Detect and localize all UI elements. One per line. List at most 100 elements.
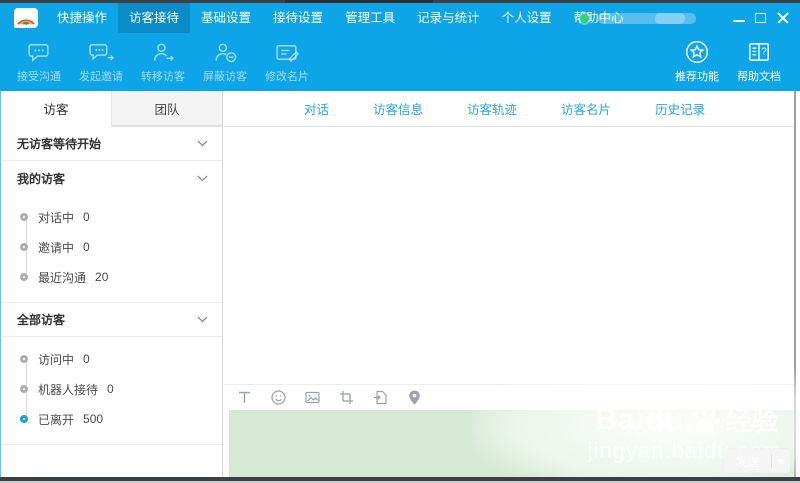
- toolbar-label: 屏蔽访客: [203, 68, 247, 84]
- menu-item-visitor-reception[interactable]: 访客接待: [118, 3, 190, 33]
- sidebar-tabs: 访客 团队: [1, 91, 222, 127]
- menu-item-reception-settings[interactable]: 接待设置: [262, 3, 334, 33]
- status-bullet-icon: [20, 213, 28, 221]
- block-visitor-icon: [212, 39, 239, 66]
- sidebar-item-inviting[interactable]: 邀请中 0: [1, 232, 222, 262]
- section-title: 无访客等待开始: [17, 135, 101, 152]
- maximize-icon: [755, 13, 766, 23]
- account-status[interactable]: [580, 13, 696, 24]
- menu-item-management-tools[interactable]: 管理工具: [334, 3, 406, 33]
- window-bottom-border: [0, 477, 800, 483]
- action-toolbar: 接受沟通 发起邀请: [0, 33, 800, 91]
- transfer-visitor-icon: [150, 39, 177, 66]
- background-window-title-blur: [285, 0, 433, 3]
- sidebar-item-label: 最近沟通: [38, 269, 86, 286]
- app-logo-icon: [14, 8, 38, 28]
- send-options-button[interactable]: [772, 459, 790, 464]
- send-invite-button[interactable]: 发起邀请: [70, 37, 132, 89]
- sidebar-item-visiting[interactable]: 访问中 0: [1, 344, 222, 374]
- my-visitors-group: 对话中 0 邀请中 0 最近沟通 20: [1, 195, 222, 303]
- status-bullet-icon: [20, 355, 28, 363]
- block-visitor-button[interactable]: 屏蔽访客: [194, 37, 256, 89]
- sidebar-item-recent-chats[interactable]: 最近沟通 20: [1, 262, 222, 292]
- sidebar-item-label: 邀请中: [38, 239, 74, 256]
- tab-team[interactable]: 团队: [111, 91, 222, 126]
- sidebar-item-robot-reception[interactable]: 机器人接待 0: [1, 374, 222, 404]
- account-name-blurred: [598, 13, 696, 24]
- sidebar-item-count: 20: [95, 270, 108, 284]
- window-body: 访客 团队 无访客等待开始 我的访客 对话中: [0, 91, 800, 477]
- star-circle-icon: [684, 39, 711, 66]
- tab-visitor-card[interactable]: 访客名片: [561, 99, 611, 118]
- location-icon[interactable]: [406, 389, 423, 406]
- tab-visitors[interactable]: 访客: [1, 91, 111, 127]
- close-button[interactable]: [774, 10, 792, 26]
- composer-toolbar: [224, 384, 794, 410]
- menu-item-personal-settings[interactable]: 个人设置: [491, 3, 563, 33]
- text-format-icon[interactable]: [236, 389, 253, 406]
- file-send-icon[interactable]: [372, 389, 389, 406]
- visitor-sidebar: 访客 团队 无访客等待开始 我的访客 对话中: [1, 91, 223, 477]
- section-all-visitors[interactable]: 全部访客: [1, 303, 222, 337]
- chat-message-area: [224, 127, 794, 384]
- send-button-label: 发送: [724, 453, 771, 470]
- sidebar-item-in-conversation[interactable]: 对话中 0: [1, 202, 222, 232]
- window-top-border: [0, 0, 800, 3]
- section-title: 全部访客: [17, 311, 65, 328]
- recommended-features-button[interactable]: 推荐功能: [666, 37, 728, 89]
- caret-down-icon: [777, 459, 785, 464]
- sidebar-item-count: 0: [107, 382, 114, 396]
- main-menu: 快捷操作 访客接待 基础设置 接待设置 管理工具 记录与统计 个人设置 帮助中心: [46, 3, 635, 33]
- main-tabs: 对话 访客信息 访客轨迹 访客名片 历史记录: [224, 91, 794, 127]
- section-title: 我的访客: [17, 170, 65, 187]
- status-bullet-selected-icon: [20, 415, 28, 423]
- maximize-button[interactable]: [752, 10, 770, 26]
- tab-history[interactable]: 历史记录: [655, 99, 705, 118]
- window-right-border: [794, 91, 796, 477]
- tab-visitor-trail[interactable]: 访客轨迹: [467, 99, 517, 118]
- menu-item-quick-actions[interactable]: 快捷操作: [46, 3, 118, 33]
- toolbar-left-group: 接受沟通 发起邀请: [8, 37, 318, 89]
- minimize-button[interactable]: [730, 10, 748, 26]
- help-doc-icon: ?: [746, 39, 773, 66]
- toolbar-right-group: 推荐功能 ? 帮助文档: [666, 37, 790, 89]
- edit-card-button[interactable]: 修改名片: [256, 37, 318, 89]
- help-docs-button[interactable]: ? 帮助文档: [728, 37, 790, 89]
- edit-card-icon: [274, 39, 301, 66]
- toolbar-label: 发起邀请: [79, 68, 123, 84]
- send-button[interactable]: 发送: [724, 449, 790, 473]
- menu-item-records-statistics[interactable]: 记录与统计: [406, 3, 491, 33]
- chevron-down-icon: [197, 175, 208, 182]
- sidebar-item-label: 机器人接待: [38, 381, 98, 398]
- status-bullet-icon: [20, 385, 28, 393]
- toolbar-label: 修改名片: [265, 68, 309, 84]
- online-status-icon: [580, 14, 589, 23]
- toolbar-label: 接受沟通: [17, 68, 61, 84]
- chat-accept-icon: [26, 39, 53, 66]
- titlebar: 快捷操作 访客接待 基础设置 接待设置 管理工具 记录与统计 个人设置 帮助中心: [0, 3, 800, 33]
- image-icon[interactable]: [304, 389, 321, 406]
- tab-visitor-info[interactable]: 访客信息: [373, 99, 423, 118]
- section-no-visitor-waiting[interactable]: 无访客等待开始: [1, 127, 222, 161]
- tab-conversation[interactable]: 对话: [304, 99, 329, 118]
- toolbar-label: 转移访客: [141, 68, 185, 84]
- minimize-icon: [733, 20, 745, 22]
- screenshot-icon[interactable]: [338, 389, 355, 406]
- emoji-icon[interactable]: [270, 389, 287, 406]
- sidebar-item-label: 对话中: [38, 209, 74, 226]
- menu-item-basic-settings[interactable]: 基础设置: [190, 3, 262, 33]
- all-visitors-group: 访问中 0 机器人接待 0 已离开 500: [1, 337, 222, 445]
- toolbar-label: 帮助文档: [737, 68, 781, 84]
- sidebar-item-count: 500: [83, 412, 103, 426]
- toolbar-label: 推荐功能: [675, 68, 719, 84]
- message-input-area[interactable]: [229, 410, 794, 477]
- svg-text:?: ?: [761, 47, 767, 58]
- main-panel: 对话 访客信息 访客轨迹 访客名片 历史记录: [224, 91, 794, 477]
- accept-chat-button[interactable]: 接受沟通: [8, 37, 70, 89]
- transfer-visitor-button[interactable]: 转移访客: [132, 37, 194, 89]
- section-my-visitors[interactable]: 我的访客: [1, 161, 222, 195]
- window-controls: [726, 10, 792, 26]
- sidebar-item-left[interactable]: 已离开 500: [1, 404, 222, 434]
- chevron-down-icon: [197, 316, 208, 323]
- status-bullet-icon: [20, 273, 28, 281]
